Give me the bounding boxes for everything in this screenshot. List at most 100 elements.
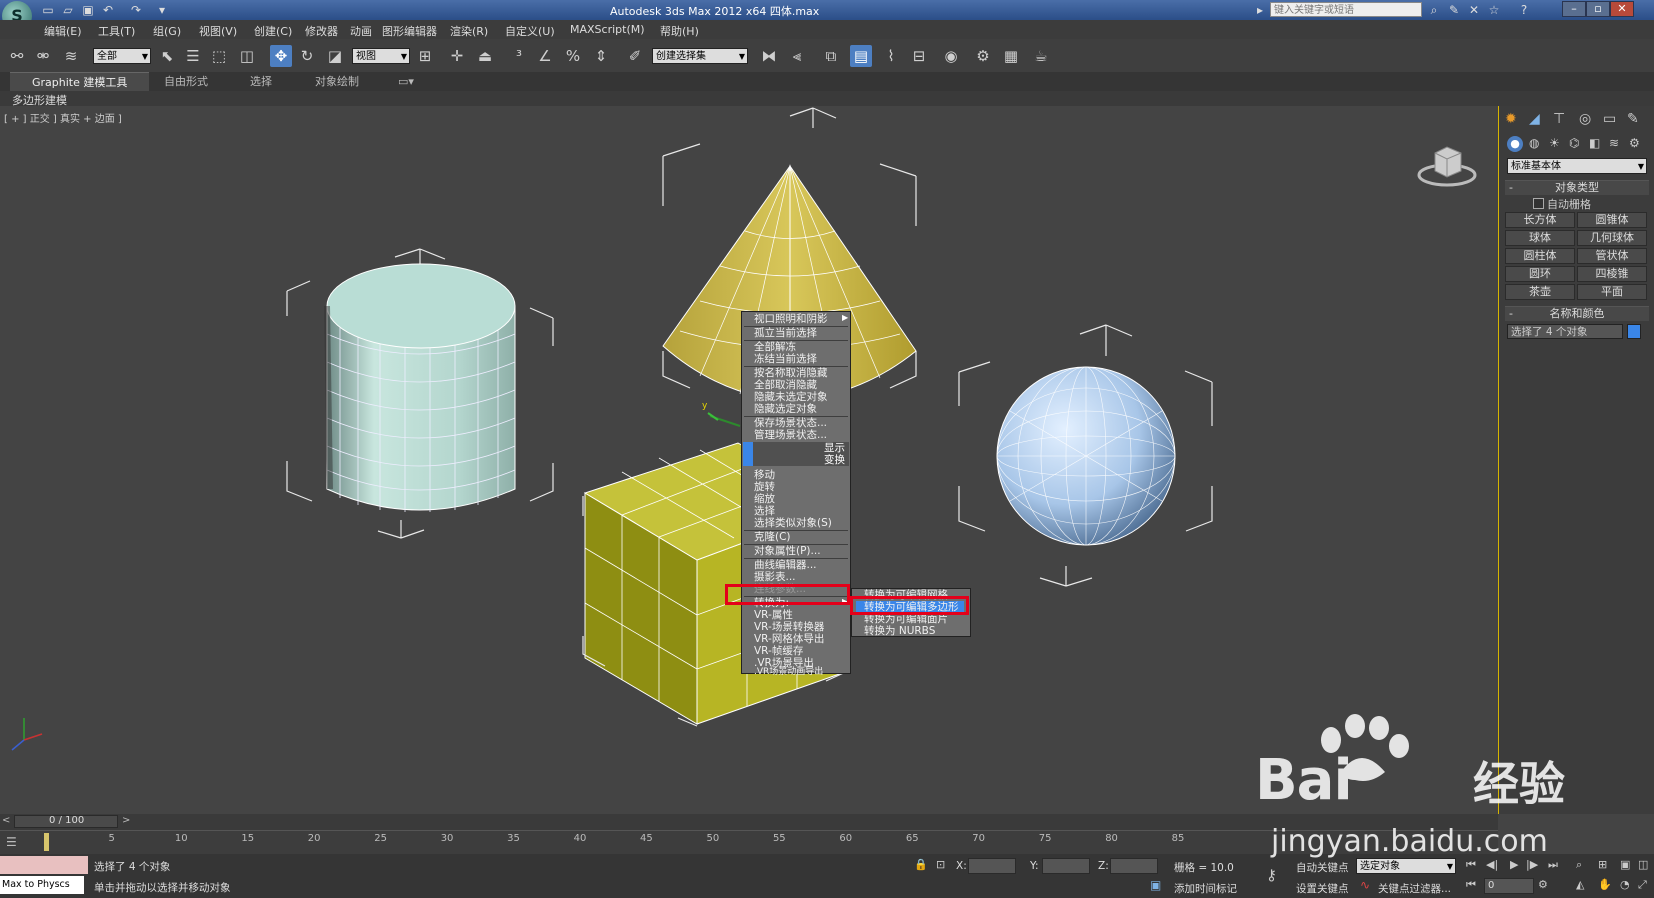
go-to-end-icon[interactable]: ⏭ <box>1548 858 1558 872</box>
key-icon[interactable]: ⚷ <box>1266 866 1277 884</box>
window-crossing-icon[interactable]: ◫ <box>236 45 258 67</box>
binoculars-icon[interactable]: ⌕ <box>1426 2 1442 18</box>
viewport-label[interactable]: [ + ] 正交 ] 真实 + 边面 ] <box>4 110 122 125</box>
rollout-object-type[interactable]: - 对象类型 <box>1505 180 1649 195</box>
object-color-swatch[interactable] <box>1627 324 1641 339</box>
menu-unhide-all[interactable]: 全部取消隐藏 <box>754 379 817 391</box>
select-and-move-icon[interactable]: ✥ <box>270 45 292 67</box>
plane-button[interactable]: 平面 <box>1577 284 1647 300</box>
undo-icon[interactable]: ↶ <box>100 2 116 18</box>
menu-vr-mesh-export[interactable]: VR-网格体导出 <box>754 633 824 645</box>
named-selection-dropdown[interactable]: 创建选择集 ▼ <box>652 48 748 64</box>
menu-animation[interactable]: 动画 <box>350 23 372 39</box>
modify-tab-icon[interactable]: ◢ <box>1529 111 1540 127</box>
search-expand-icon[interactable]: ▸ <box>1252 2 1268 18</box>
menu-isolate-selection[interactable]: 孤立当前选择 <box>754 327 817 339</box>
help-icon[interactable]: ? <box>1516 2 1532 18</box>
quick-access-dropdown-icon[interactable]: ▾ <box>154 2 170 18</box>
menu-viewport-lighting[interactable]: 视口照明和阴影 <box>754 313 828 325</box>
z-coordinate-field[interactable] <box>1110 858 1158 874</box>
tab-graphite-modeling[interactable]: Graphite 建模工具 <box>10 72 150 92</box>
menu-views[interactable]: 视图(V) <box>199 23 237 39</box>
link-icon[interactable]: ⚯ <box>6 45 28 67</box>
mirror-icon[interactable]: ⧓ <box>758 45 780 67</box>
torus-button[interactable]: 圆环 <box>1505 266 1575 282</box>
zoom-icon[interactable]: ⌕ <box>1576 858 1582 872</box>
pivot-center-icon[interactable]: ⊞ <box>414 45 436 67</box>
layer-manager-icon[interactable]: ⧉ <box>820 45 842 67</box>
schematic-view-icon[interactable]: ⊟ <box>908 45 930 67</box>
align-icon[interactable]: ⫷ <box>786 45 808 67</box>
unlink-icon[interactable]: ⚮ <box>32 45 54 67</box>
keyboard-shortcut-override-icon[interactable]: ⏏ <box>474 45 496 67</box>
y-coordinate-field[interactable] <box>1042 858 1090 874</box>
snaps-toggle-icon[interactable]: ³ <box>508 45 530 67</box>
new-file-icon[interactable]: ▭ <box>40 2 56 18</box>
cameras-category-icon[interactable]: ⌬ <box>1569 136 1579 150</box>
selection-filter-dropdown[interactable]: 全部 ▼ <box>93 48 151 64</box>
maxscript-listener-mini[interactable] <box>0 856 88 874</box>
menu-curve-editor[interactable]: 曲线编辑器... <box>754 559 817 571</box>
key-curve-icon[interactable]: ∿ <box>1360 878 1370 892</box>
menu-convert-nurbs[interactable]: 转换为 NURBS <box>864 625 935 637</box>
geosphere-button[interactable]: 几何球体 <box>1577 230 1647 246</box>
rectangular-selection-icon[interactable]: ⬚ <box>208 45 230 67</box>
menu-customize[interactable]: 自定义(U) <box>505 23 555 39</box>
menu-save-scene-state[interactable]: 保存场景状态... <box>754 417 827 429</box>
select-and-scale-icon[interactable]: ◪ <box>324 45 346 67</box>
select-by-name-icon[interactable]: ☰ <box>182 45 204 67</box>
menu-tools[interactable]: 工具(T) <box>98 23 135 39</box>
zoom-all-icon[interactable]: ⊞ <box>1598 858 1607 871</box>
reference-coordinate-dropdown[interactable]: 视图 ▼ <box>352 48 410 64</box>
spacewarps-category-icon[interactable]: ≋ <box>1609 136 1619 150</box>
menu-create[interactable]: 创建(C) <box>254 23 292 39</box>
add-time-tag[interactable]: 添加时间标记 <box>1174 881 1237 896</box>
menu-vr-frame-buffer[interactable]: VR-帧缓存 <box>754 645 803 657</box>
menu-rotate[interactable]: 旋转 <box>754 481 775 493</box>
menu-select-similar[interactable]: 选择类似对象(S) <box>754 517 832 529</box>
motion-tab-icon[interactable]: ◎ <box>1579 111 1591 127</box>
material-editor-icon[interactable]: ◉ <box>940 45 962 67</box>
open-file-icon[interactable]: ▱ <box>60 2 76 18</box>
key-filters-button[interactable]: 关键点过滤器... <box>1378 881 1451 896</box>
time-next-icon[interactable]: > <box>122 815 130 826</box>
sphere-button[interactable]: 球体 <box>1505 230 1575 246</box>
object-name-field[interactable]: 选择了 4 个对象 <box>1507 324 1623 339</box>
display-tab-icon[interactable]: ▭ <box>1603 111 1616 127</box>
menu-select[interactable]: 选择 <box>754 505 775 517</box>
orbit-icon[interactable]: ◔ <box>1620 878 1630 891</box>
menu-clone[interactable]: 克隆(C) <box>754 531 791 543</box>
render-setup-icon[interactable]: ⚙ <box>972 45 994 67</box>
menu-vr-scene-anim-export[interactable]: .VR场景动画导出 <box>754 668 823 677</box>
geometry-category-icon[interactable]: ● <box>1507 136 1523 152</box>
play-icon[interactable]: ▶ <box>1510 858 1518 871</box>
tube-button[interactable]: 管状体 <box>1577 248 1647 264</box>
menu-graph-editors[interactable]: 图形编辑器 <box>382 23 437 39</box>
search-input[interactable]: 键入关键字或短语 <box>1270 2 1422 17</box>
bind-space-warp-icon[interactable]: ≋ <box>60 45 82 67</box>
field-of-view-icon[interactable]: ◭ <box>1576 878 1584 891</box>
render-production-icon[interactable]: ☕ <box>1030 45 1052 67</box>
next-frame-icon[interactable]: |▶ <box>1526 858 1538 871</box>
menu-edit[interactable]: 编辑(E) <box>44 23 82 39</box>
helpers-category-icon[interactable]: ◧ <box>1589 136 1600 150</box>
maxscript-input[interactable]: Max to Physcs <box>0 876 84 894</box>
shapes-category-icon[interactable]: ◍ <box>1529 136 1539 150</box>
spinner-snap-icon[interactable]: ⇕ <box>590 45 612 67</box>
subscription-icon[interactable]: ✎ <box>1446 2 1462 18</box>
minimize-button[interactable]: – <box>1562 1 1586 17</box>
current-frame-field[interactable]: 0 <box>1484 878 1534 894</box>
menu-manage-scene-states[interactable]: 管理场景状态... <box>754 429 827 441</box>
tab-selection[interactable]: 选择 <box>250 72 272 91</box>
key-filter-dropdown[interactable]: 选定对象 ▼ <box>1356 858 1456 874</box>
menu-freeze-selection[interactable]: 冻结当前选择 <box>754 353 817 365</box>
percent-snap-icon[interactable]: % <box>562 45 584 67</box>
set-key-button[interactable]: 设置关键点 <box>1296 881 1349 896</box>
zoom-extents-all-icon[interactable]: ◫ <box>1638 858 1648 871</box>
menu-unfreeze-all[interactable]: 全部解冻 <box>754 341 796 353</box>
pan-icon[interactable]: ✋ <box>1598 878 1612 891</box>
tab-object-paint[interactable]: 对象绘制 <box>315 72 359 91</box>
systems-category-icon[interactable]: ⚙ <box>1629 136 1640 150</box>
cylinder-button[interactable]: 圆柱体 <box>1505 248 1575 264</box>
create-tab-icon[interactable]: ✹ <box>1505 111 1517 127</box>
